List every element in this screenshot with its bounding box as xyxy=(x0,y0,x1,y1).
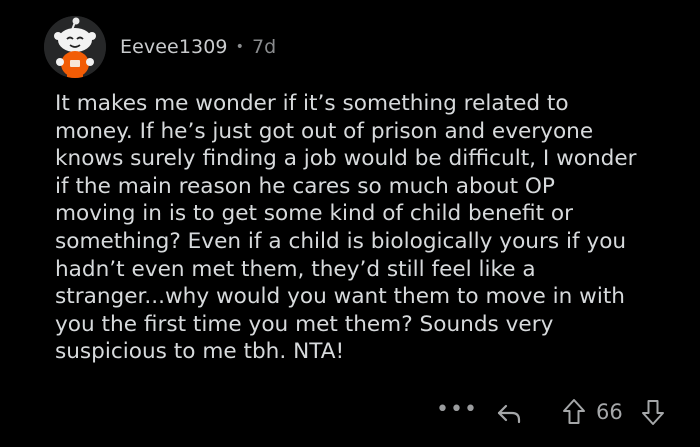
comment: Eevee1309 • 7d It makes me wonder if it’… xyxy=(0,0,700,447)
more-options-button[interactable]: ••• xyxy=(436,399,478,421)
comment-header: Eevee1309 • 7d xyxy=(44,14,276,80)
comment-age: 7d xyxy=(251,36,277,58)
author-username[interactable]: Eevee1309 xyxy=(120,36,228,58)
upvote-arrow-icon[interactable] xyxy=(561,397,587,427)
vote-score: 66 xyxy=(596,400,623,424)
comment-actions: ••• 66 xyxy=(0,393,700,433)
meta-separator: • xyxy=(235,39,244,55)
downvote-arrow-icon[interactable] xyxy=(640,397,666,427)
avatar[interactable] xyxy=(44,16,106,78)
comment-body: It makes me wonder if it’s something rel… xyxy=(55,91,637,365)
comment-meta: Eevee1309 • 7d xyxy=(120,36,276,58)
avatar-snoo-icon xyxy=(44,16,106,78)
reply-icon[interactable] xyxy=(494,398,524,428)
